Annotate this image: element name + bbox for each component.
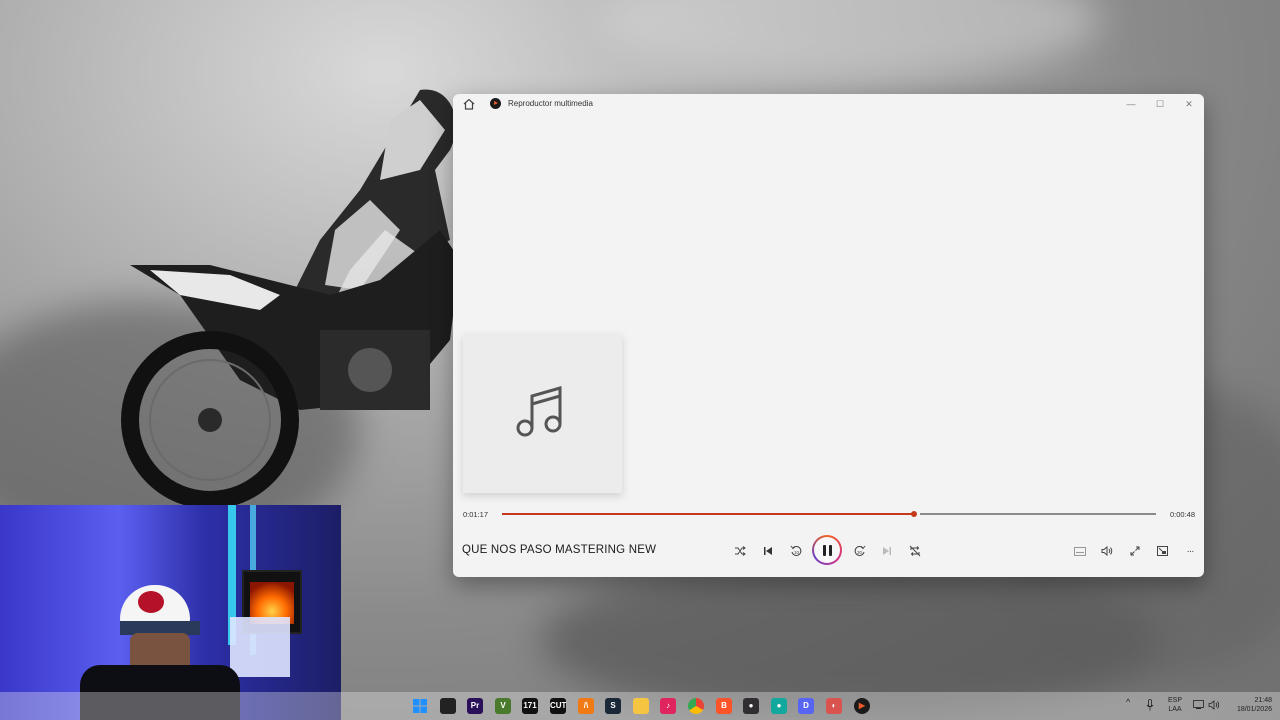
fullscreen-icon (1130, 546, 1140, 556)
file-explorer-icon[interactable] (633, 698, 649, 714)
shuffle-icon (735, 546, 746, 556)
volume-icon (1101, 546, 1113, 556)
clock-date: 18/01/2026 (1236, 706, 1272, 713)
close-button[interactable]: ✕ (1182, 97, 1196, 111)
svg-text:30: 30 (857, 550, 863, 555)
music-note-icon (516, 386, 562, 437)
microphone-icon[interactable] (1146, 699, 1154, 711)
brave-icon[interactable]: B (716, 698, 732, 714)
seek-bar-remaining (920, 513, 1156, 515)
motocross-rider-image (121, 89, 460, 509)
more-options-button[interactable]: ··· (1182, 543, 1198, 559)
maximize-button[interactable]: ☐ (1153, 97, 1167, 111)
seek-bar-played (502, 513, 914, 515)
steam-icon[interactable]: S (605, 698, 621, 714)
track-title: QUE NOS PASO MASTERING NEW (462, 544, 657, 556)
repeat-off-icon (909, 545, 921, 557)
app-red-icon[interactable]: ◐ (826, 698, 842, 714)
miniplayer-icon (1156, 546, 1168, 556)
volume-button[interactable] (1099, 543, 1115, 559)
premiere-icon[interactable]: Pr (467, 698, 483, 714)
svg-text:10: 10 (794, 550, 800, 555)
clock-time: 21:48 (1254, 697, 1272, 704)
language-bottom: LAA (1168, 706, 1182, 713)
tiktok-icon[interactable]: ♪ (660, 698, 676, 714)
chrome-icon[interactable] (688, 698, 704, 714)
title-bar: Reproductor multimedia — ☐ ✕ (453, 94, 1204, 114)
previous-icon (764, 547, 772, 555)
repeat-button[interactable] (907, 543, 923, 559)
webcam-overlay (0, 505, 341, 720)
forward-30-button[interactable]: 30 (852, 543, 868, 559)
windows-start-icon[interactable] (412, 698, 428, 714)
language-indicator[interactable]: ESP LAA (1164, 696, 1186, 714)
next-icon (883, 547, 891, 555)
fullscreen-button[interactable] (1127, 543, 1143, 559)
captions-icon (1074, 546, 1086, 556)
rewind-10-icon: 10 (790, 545, 802, 556)
window-title: Reproductor multimedia (508, 99, 593, 108)
fl-studio-icon[interactable]: /\ (578, 698, 594, 714)
minimize-button[interactable]: — (1124, 97, 1138, 111)
rewind-10-button[interactable]: 10 (788, 543, 804, 559)
clock[interactable]: 21:48 18/01/2026 (1226, 696, 1272, 714)
captions-button[interactable] (1072, 543, 1088, 559)
elapsed-time: 0:01:17 (463, 510, 489, 519)
capcut-icon[interactable]: CUT (550, 698, 566, 714)
media-player-app-icon (490, 98, 501, 109)
next-button[interactable] (879, 543, 895, 559)
shuffle-button[interactable] (732, 543, 748, 559)
obs-icon[interactable]: ● (743, 698, 759, 714)
app-green-icon[interactable]: ● (771, 698, 787, 714)
media-player-icon[interactable]: ▶ (854, 698, 870, 714)
chevron-up-icon[interactable]: ^ (1126, 698, 1130, 707)
discord-icon[interactable]: D (798, 698, 814, 714)
app-v-icon[interactable]: V (495, 698, 511, 714)
previous-button[interactable] (760, 543, 776, 559)
app-171-icon[interactable]: 171 (522, 698, 538, 714)
home-icon[interactable] (462, 97, 476, 111)
miniplayer-button[interactable] (1154, 543, 1170, 559)
speaker-icon[interactable] (1208, 700, 1220, 710)
album-art-placeholder (463, 334, 622, 493)
remaining-time: 0:00:48 (1170, 510, 1196, 519)
seek-bar-thumb[interactable] (911, 511, 917, 517)
task-view-icon[interactable] (440, 698, 456, 714)
language-top: ESP (1167, 697, 1182, 704)
pause-button[interactable] (812, 535, 842, 565)
media-player-window: Reproductor multimedia — ☐ ✕ 0:01:17 0:0… (453, 94, 1204, 577)
forward-30-icon: 30 (854, 545, 866, 556)
network-icon[interactable] (1193, 700, 1204, 710)
pause-icon (814, 537, 840, 563)
